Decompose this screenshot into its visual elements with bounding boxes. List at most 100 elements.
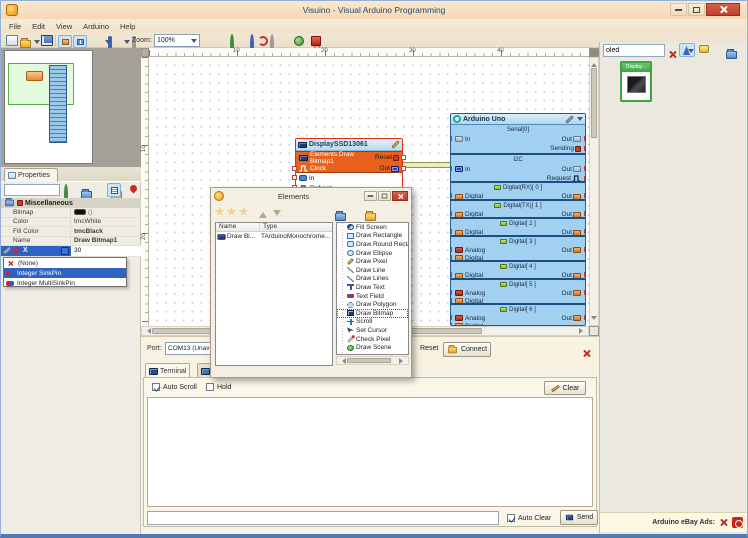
undo-dropdown-arrow[interactable] bbox=[105, 40, 111, 44]
connection-wire[interactable] bbox=[402, 162, 451, 168]
new-project-icon[interactable] bbox=[6, 35, 18, 46]
digital-out-pin[interactable] bbox=[584, 193, 585, 198]
digital-out-pin[interactable] bbox=[584, 247, 585, 252]
filter-wizard-button[interactable] bbox=[679, 43, 695, 57]
pin-dropdown-button[interactable] bbox=[61, 246, 69, 255]
property-row-x[interactable]: X 30 bbox=[1, 245, 141, 257]
element-type-item[interactable]: Check Pixel bbox=[337, 335, 408, 344]
element-type-item[interactable]: Draw Rectangle bbox=[337, 232, 408, 241]
serial-out-pin[interactable] bbox=[584, 136, 585, 141]
element-type-item[interactable]: Text Field bbox=[337, 292, 408, 301]
scroll-up-arrow[interactable] bbox=[591, 60, 597, 67]
clear-button[interactable]: Clear bbox=[544, 381, 586, 395]
add-element-icon[interactable] bbox=[215, 207, 224, 216]
property-row-color[interactable]: Color tmcWhite bbox=[1, 218, 141, 227]
element-type-item[interactable]: Fill Screen bbox=[337, 223, 408, 232]
reset-pin[interactable] bbox=[401, 155, 406, 160]
pin-panel-icon[interactable] bbox=[128, 183, 139, 194]
toggle-grid-button[interactable] bbox=[73, 35, 87, 48]
digital-out-pin[interactable] bbox=[584, 290, 585, 295]
element-list-scrollbar[interactable] bbox=[336, 356, 409, 365]
scroll-down-arrow[interactable] bbox=[591, 316, 597, 323]
digital-in-pin[interactable] bbox=[451, 272, 452, 277]
clock-pin[interactable] bbox=[292, 166, 297, 171]
feedback-icon[interactable] bbox=[699, 45, 709, 53]
in-pin[interactable] bbox=[292, 175, 297, 180]
canvas-vertical-scrollbar[interactable] bbox=[589, 57, 599, 326]
edit-pencil-icon[interactable] bbox=[391, 140, 400, 149]
save-icon[interactable] bbox=[41, 35, 53, 46]
reset-button[interactable]: Reset bbox=[420, 345, 438, 352]
sending-pin[interactable] bbox=[584, 146, 585, 151]
scroll-left-arrow[interactable] bbox=[339, 358, 346, 364]
ebay-ads-icon[interactable] bbox=[732, 517, 743, 528]
tab-terminal[interactable]: Terminal bbox=[145, 363, 191, 378]
open-project-icon[interactable] bbox=[20, 38, 31, 48]
send-input[interactable] bbox=[147, 511, 499, 525]
scroll-right-arrow[interactable] bbox=[579, 328, 586, 334]
dialog-close-button[interactable] bbox=[392, 191, 408, 201]
auto-clear-checkbox[interactable]: Auto Clear bbox=[507, 514, 551, 522]
refresh-icon[interactable] bbox=[258, 36, 268, 46]
column-name[interactable]: Name bbox=[216, 223, 260, 231]
minimize-button[interactable] bbox=[670, 3, 687, 16]
dropdown-option-none[interactable]: (None) bbox=[4, 258, 126, 268]
element-type-item[interactable]: Draw Line bbox=[337, 266, 408, 275]
send-button[interactable]: Send bbox=[560, 510, 598, 525]
scroll-left-arrow[interactable] bbox=[144, 328, 151, 334]
open-dropdown-arrow[interactable] bbox=[34, 40, 40, 44]
element-type-item[interactable]: Set Cursor bbox=[337, 326, 408, 335]
element-type-item[interactable]: Draw Polygon bbox=[337, 300, 408, 309]
scroll-thumb[interactable] bbox=[591, 68, 597, 138]
element-type-item[interactable]: Draw Round Rectang bbox=[337, 240, 408, 249]
move-up-icon[interactable] bbox=[259, 208, 267, 218]
close-connection-icon[interactable] bbox=[582, 349, 591, 358]
element-types-list[interactable]: Fill Screen Draw Rectangle Draw Round Re… bbox=[336, 222, 409, 355]
digital-in-pin[interactable] bbox=[451, 193, 452, 198]
clear-search-icon[interactable] bbox=[668, 50, 677, 59]
element-row-draw-bitmap[interactable]: Draw Bi... TArduinoMonochrome... bbox=[216, 232, 332, 241]
property-group-miscellaneous[interactable]: Miscellaneous bbox=[1, 198, 141, 208]
element-type-item[interactable]: Draw Text bbox=[337, 283, 408, 292]
port-combobox[interactable]: COM13 (Unav bbox=[165, 342, 211, 355]
toggle-panel-button[interactable] bbox=[58, 35, 72, 48]
header-dropdown-arrow[interactable] bbox=[577, 117, 583, 121]
property-row-bitmap[interactable]: Bitmap () bbox=[1, 208, 141, 218]
digital-in-pin[interactable] bbox=[451, 211, 452, 216]
display-component[interactable]: DisplaySSD13061 Elements Draw Bitmap1 Re… bbox=[292, 138, 406, 192]
digital-in-pin[interactable] bbox=[451, 298, 452, 303]
menu-file[interactable]: File bbox=[9, 22, 21, 31]
element-type-item[interactable]: Scroll bbox=[337, 318, 408, 327]
menu-arduino[interactable]: Arduino bbox=[83, 22, 109, 31]
digital-out-pin[interactable] bbox=[584, 272, 585, 277]
analog-in-pin[interactable] bbox=[451, 315, 452, 320]
redo-dropdown-arrow[interactable] bbox=[124, 40, 130, 44]
tab-properties[interactable]: Properties bbox=[4, 168, 58, 182]
serial-in-pin[interactable] bbox=[451, 136, 452, 141]
element-type-item[interactable]: Draw Scene bbox=[337, 343, 408, 352]
digital-out-pin[interactable] bbox=[584, 229, 585, 234]
digital-in-pin[interactable] bbox=[451, 229, 452, 234]
elements-list[interactable]: Name Type Draw Bi... TArduinoMonochrome.… bbox=[215, 222, 333, 366]
maximize-button[interactable] bbox=[688, 3, 705, 16]
expand-all-icon[interactable] bbox=[335, 211, 346, 221]
component-search-input[interactable] bbox=[603, 44, 665, 57]
dropdown-option-integer-sinkpin[interactable]: Integer SinkPin bbox=[4, 268, 126, 278]
out-pin[interactable] bbox=[401, 166, 406, 171]
properties-filter-input[interactable] bbox=[4, 184, 60, 196]
tools-wrench-icon[interactable] bbox=[565, 114, 574, 124]
dialog-maximize-button[interactable] bbox=[378, 191, 391, 201]
property-row-fill-color[interactable]: Fill Color tmcBlack bbox=[1, 227, 141, 237]
menu-view[interactable]: View bbox=[56, 22, 72, 31]
dialog-titlebar[interactable]: Elements bbox=[211, 188, 411, 204]
scroll-thumb[interactable] bbox=[347, 358, 391, 363]
element-type-item[interactable]: Draw Pixel bbox=[337, 257, 408, 266]
scroll-right-arrow[interactable] bbox=[399, 358, 406, 364]
terminal-output[interactable] bbox=[147, 397, 593, 507]
category-view-button[interactable] bbox=[107, 183, 121, 197]
category-expand-icon[interactable] bbox=[726, 49, 738, 59]
element-type-item[interactable]: Draw Ellipse bbox=[337, 249, 408, 258]
toolbox-component-display[interactable]: Display... bbox=[620, 61, 652, 102]
analog-in-pin[interactable] bbox=[451, 247, 452, 252]
dialog-minimize-button[interactable] bbox=[364, 191, 377, 201]
